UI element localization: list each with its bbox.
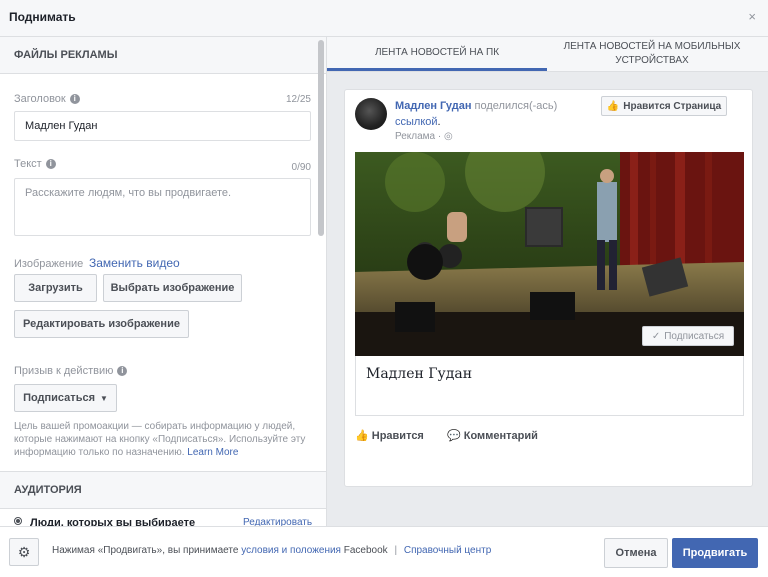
close-icon[interactable]: × — [748, 9, 756, 24]
cta-help-content: Цель вашей промоакции — собирать информа… — [14, 421, 306, 458]
ad-settings-panel: ФАЙЛЫ РЕКЛАМЫ Заголовок i 12/25 Мадлен Гу… — [0, 37, 327, 526]
audience-option[interactable]: Люди, которых вы выбираете — [30, 517, 195, 526]
shared-text: поделился(-ась) — [474, 100, 558, 112]
cta-help-text: Цель вашей промоакции — собирать информа… — [14, 420, 312, 459]
like-page-label: Нравится Страница — [623, 100, 722, 112]
subscribe-cta-label: Подписаться — [664, 330, 725, 342]
headline-counter: 12/25 — [285, 94, 311, 105]
sponsored-row: Реклама · ◎ — [395, 131, 453, 142]
sponsored-label: Реклама — [395, 131, 436, 142]
terms-text-before: Нажимая «Продвигать», вы принимаете — [52, 545, 239, 556]
preview-tabs: ЛЕНТА НОВОСТЕЙ НА ПК ЛЕНТА НОВОСТЕЙ НА М… — [327, 37, 768, 72]
globe-icon: ◎ — [444, 131, 453, 142]
shared-link[interactable]: ссылкой — [395, 116, 438, 128]
cta-value: Подписаться — [23, 392, 95, 404]
info-icon[interactable]: i — [117, 366, 128, 377]
dialog-footer: ⚙ Нажимая «Продвигать», вы принимаете ус… — [0, 526, 768, 577]
terms-link[interactable]: условия и положения — [241, 545, 341, 556]
cta-label-text: Призыв к действию — [14, 365, 114, 377]
terms-text: Нажимая «Продвигать», вы принимаете усло… — [52, 545, 491, 556]
like-page-button[interactable]: 👍 Нравится Страница — [601, 96, 727, 116]
dialog-header: Поднимать × — [0, 0, 768, 37]
like-label: Нравится — [371, 430, 424, 442]
thumbs-up-icon: 👍 — [355, 430, 369, 442]
edit-image-button[interactable]: Редактировать изображение — [14, 310, 189, 338]
help-center-link[interactable]: Справочный центр — [404, 545, 491, 556]
footer-separator: | — [394, 545, 398, 556]
learn-more-link[interactable]: Learn More — [187, 447, 238, 458]
audience-section-header: АУДИТОРИЯ — [0, 471, 326, 509]
avatar — [355, 98, 387, 130]
subscribe-cta-button[interactable]: ✓ Подписаться — [642, 326, 734, 346]
page-name-link[interactable]: Мадлен Гудан — [395, 100, 471, 112]
ad-files-section-header: ФАЙЛЫ РЕКЛАМЫ — [0, 37, 326, 74]
terms-text-after: Facebook — [343, 545, 388, 556]
image-label: Изображение — [14, 258, 84, 270]
dialog-title: Поднимать — [9, 10, 76, 24]
comment-icon: 💬 — [447, 430, 461, 442]
post-preview-card: Мадлен Гудан поделился(-ась) ссылкой. Ре… — [344, 89, 753, 487]
tab-desktop-feed[interactable]: ЛЕНТА НОВОСТЕЙ НА ПК — [327, 37, 547, 71]
text-input[interactable]: Расскажите людям, что вы продвигаете. — [14, 178, 311, 236]
text-label-text: Текст — [14, 158, 42, 170]
check-icon: ✓ — [651, 330, 661, 342]
comment-action[interactable]: 💬 Комментарий — [447, 429, 538, 442]
comment-label: Комментарий — [463, 430, 538, 442]
thumbs-up-icon: 👍 — [606, 100, 620, 112]
gear-icon[interactable]: ⚙ — [9, 538, 39, 566]
info-icon[interactable]: i — [45, 159, 56, 170]
link-attachment[interactable]: Мадлен Гудан — [355, 356, 744, 416]
headline-input[interactable]: Мадлен Гудан — [14, 111, 311, 141]
audience-edit-link[interactable]: Редактировать — [243, 517, 312, 526]
headline-label: Заголовок i — [14, 93, 80, 105]
info-icon[interactable]: i — [69, 94, 80, 105]
headline-label-text: Заголовок — [14, 93, 66, 105]
promote-button[interactable]: Продвигать — [672, 538, 758, 568]
upload-button[interactable]: Загрузить — [14, 274, 97, 302]
link-title: Мадлен Гудан — [366, 366, 473, 382]
chevron-down-icon: ▼ — [100, 393, 108, 403]
replace-video-link[interactable]: Заменить видео — [89, 256, 180, 270]
radio-dot — [16, 519, 20, 523]
text-counter: 0/90 — [291, 162, 311, 173]
cancel-button[interactable]: Отмена — [604, 538, 668, 568]
audience-title: АУДИТОРИЯ — [14, 484, 82, 496]
post-header-text: Мадлен Гудан поделился(-ась) ссылкой. — [395, 100, 558, 128]
tab-mobile-feed[interactable]: ЛЕНТА НОВОСТЕЙ НА МОБИЛЬНЫХ УСТРОЙСТВАХ — [552, 37, 752, 71]
like-action[interactable]: 👍 Нравится — [355, 429, 424, 442]
ad-files-title: ФАЙЛЫ РЕКЛАМЫ — [14, 49, 118, 61]
cta-dropdown[interactable]: Подписаться ▼ — [14, 384, 117, 412]
ad-preview-panel: ЛЕНТА НОВОСТЕЙ НА ПК ЛЕНТА НОВОСТЕЙ НА М… — [327, 37, 768, 526]
text-label: Текст i — [14, 158, 56, 170]
audience-radio[interactable] — [14, 517, 22, 525]
cta-label: Призыв к действию i — [14, 365, 128, 377]
choose-image-button[interactable]: Выбрать изображение — [103, 274, 242, 302]
panel-scrollbar[interactable] — [318, 40, 324, 236]
